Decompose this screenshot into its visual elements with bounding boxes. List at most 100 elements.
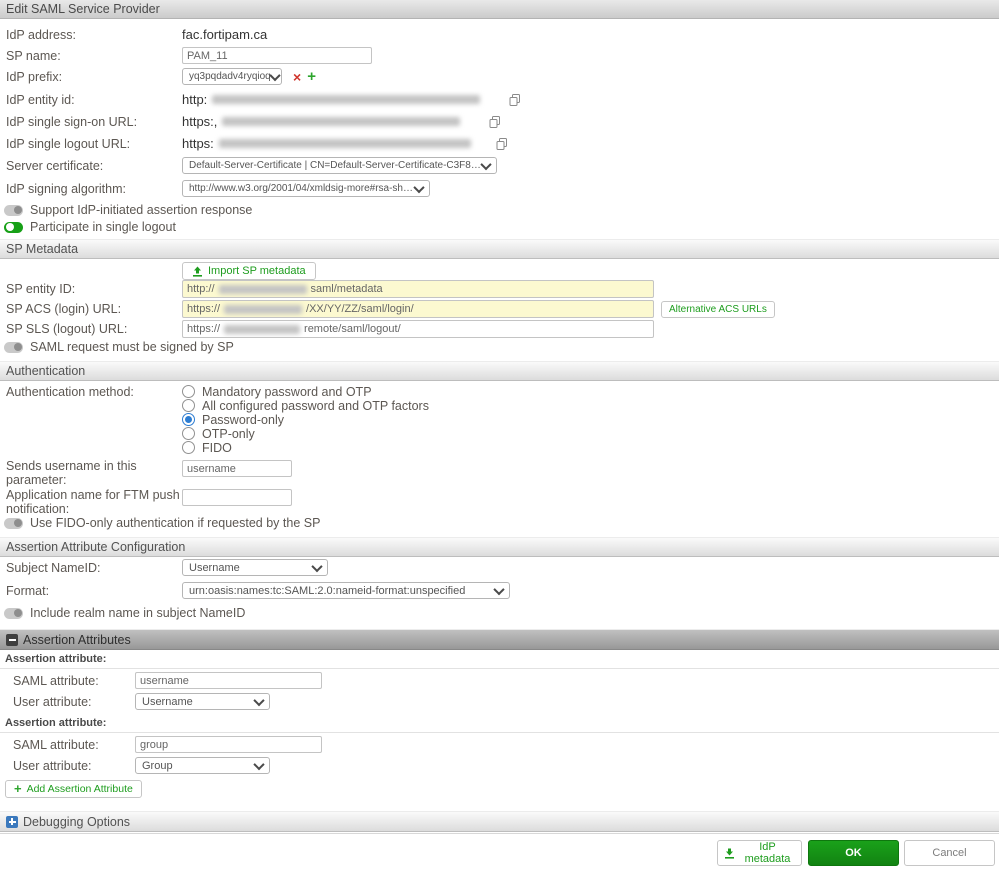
include-realm-toggle[interactable]: [4, 608, 23, 619]
nameid-format-label: Format:: [6, 584, 182, 598]
upload-icon: [192, 266, 203, 277]
saml-request-signed-toggle[interactable]: [4, 342, 23, 353]
radio-label: All configured password and OTP factors: [202, 399, 429, 413]
username-parameter-label: Sends username in this parameter:: [6, 459, 182, 487]
sp-entity-id-label: SP entity ID:: [6, 282, 182, 296]
idp-signing-algorithm-value: http://www.w3.org/2001/04/xmldsig-more#r…: [189, 183, 415, 194]
idp-slo-url-redacted-value: [219, 139, 471, 148]
assertion-attribute-config-section-header: Assertion Attribute Configuration: [0, 537, 999, 557]
include-realm-label: Include realm name in subject NameID: [30, 606, 245, 620]
add-prefix-icon[interactable]: +: [307, 71, 316, 83]
assertion-attribute-row-header: Assertion attribute:: [0, 652, 999, 669]
sp-metadata-section-header: SP Metadata: [0, 239, 999, 259]
radio-label: Password-only: [202, 413, 284, 427]
remove-prefix-icon[interactable]: ×: [293, 71, 301, 83]
idp-signing-algorithm-label: IdP signing algorithm:: [6, 182, 182, 196]
radio-label: FIDO: [202, 441, 232, 455]
username-parameter-input[interactable]: [182, 460, 292, 477]
sp-sls-url-redacted-value: [224, 325, 300, 334]
sp-sls-url-path: remote/saml/logout/: [304, 323, 401, 335]
radio-icon-selected[interactable]: [182, 413, 195, 426]
radio-option-fido[interactable]: FIDO: [182, 441, 429, 454]
assertion-attributes-header-text: Assertion Attributes: [23, 631, 131, 649]
radio-icon[interactable]: [182, 427, 195, 440]
user-attribute-select[interactable]: Group: [135, 757, 270, 774]
import-sp-metadata-label: Import SP metadata: [208, 265, 306, 277]
nameid-format-select[interactable]: urn:oasis:names:tc:SAML:2.0:nameid-forma…: [182, 582, 510, 599]
page-title: Edit SAML Service Provider: [0, 0, 999, 19]
authentication-header-text: Authentication: [6, 362, 85, 380]
radio-label: Mandatory password and OTP: [202, 385, 372, 399]
radio-icon[interactable]: [182, 441, 195, 454]
participate-single-logout-toggle[interactable]: [4, 222, 23, 233]
chevron-down-icon: [269, 69, 280, 80]
toggle-knob: [6, 223, 14, 231]
authentication-section-header: Authentication: [0, 361, 999, 381]
user-attribute-select[interactable]: Username: [135, 693, 270, 710]
radio-icon[interactable]: [182, 399, 195, 412]
user-attribute-value: Username: [142, 696, 193, 708]
copy-icon[interactable]: [495, 137, 509, 151]
server-certificate-select[interactable]: Default-Server-Certificate | CN=Default-…: [182, 157, 497, 174]
chevron-down-icon: [413, 181, 424, 192]
sp-acs-url-input[interactable]: https:// /XX/YY/ZZ/saml/login/: [182, 300, 654, 318]
toggle-knob: [14, 519, 22, 527]
sp-sls-url-scheme: https://: [187, 323, 220, 335]
import-sp-metadata-button[interactable]: Import SP metadata: [182, 262, 316, 280]
nameid-format-value: urn:oasis:names:tc:SAML:2.0:nameid-forma…: [189, 585, 465, 597]
user-attribute-label: User attribute:: [13, 759, 135, 773]
idp-prefix-select[interactable]: yq3pqdadv4ryqioq: [182, 68, 282, 85]
radio-option-otp-only[interactable]: OTP-only: [182, 427, 429, 440]
copy-icon[interactable]: [508, 93, 522, 107]
radio-option-mandatory-password-otp[interactable]: Mandatory password and OTP: [182, 385, 429, 398]
expand-icon[interactable]: [6, 816, 18, 828]
radio-option-all-configured-factors[interactable]: All configured password and OTP factors: [182, 399, 429, 412]
subject-nameid-label: Subject NameID:: [6, 561, 182, 575]
server-certificate-label: Server certificate:: [6, 159, 182, 173]
ok-button[interactable]: OK: [808, 840, 899, 866]
idp-prefix-value: yq3pqdadv4ryqioq: [189, 71, 271, 82]
saml-attribute-input[interactable]: [135, 736, 322, 753]
fido-only-toggle[interactable]: [4, 518, 23, 529]
collapse-icon[interactable]: [6, 634, 18, 646]
saml-attribute-label: SAML attribute:: [13, 674, 135, 688]
user-attribute-value: Group: [142, 760, 173, 772]
sp-name-input[interactable]: [182, 47, 372, 64]
server-certificate-value: Default-Server-Certificate | CN=Default-…: [189, 160, 482, 171]
add-assertion-attribute-button[interactable]: + Add Assertion Attribute: [5, 780, 142, 798]
sp-entity-id-scheme: http://: [187, 283, 215, 295]
sp-entity-id-path: saml/metadata: [311, 283, 383, 295]
cancel-button[interactable]: Cancel: [904, 840, 995, 866]
idp-sso-url-label: IdP single sign-on URL:: [6, 115, 182, 129]
copy-icon[interactable]: [488, 115, 502, 129]
chevron-down-icon: [253, 758, 264, 769]
idp-metadata-label: IdP metadata: [740, 841, 795, 865]
sp-acs-url-scheme: https://: [187, 303, 220, 315]
saml-attribute-input[interactable]: [135, 672, 322, 689]
idp-sso-url-redacted-value: [222, 117, 460, 126]
support-idp-initiated-toggle[interactable]: [4, 205, 23, 216]
saml-attribute-label: SAML attribute:: [13, 738, 135, 752]
subject-nameid-select[interactable]: Username: [182, 559, 328, 576]
sp-sls-url-input[interactable]: https:// remote/saml/logout/: [182, 320, 654, 338]
sp-entity-id-input[interactable]: http:// saml/metadata: [182, 280, 654, 298]
sp-sls-url-label: SP SLS (logout) URL:: [6, 322, 182, 336]
ftm-app-name-input[interactable]: [182, 489, 292, 506]
chevron-down-icon: [493, 583, 504, 594]
chevron-down-icon: [253, 694, 264, 705]
idp-metadata-button[interactable]: IdP metadata: [717, 840, 802, 866]
sp-metadata-header-text: SP Metadata: [6, 240, 78, 258]
idp-signing-algorithm-select[interactable]: http://www.w3.org/2001/04/xmldsig-more#r…: [182, 180, 430, 197]
fido-only-label: Use FIDO-only authentication if requeste…: [30, 516, 320, 530]
debugging-options-header-text: Debugging Options: [23, 813, 130, 831]
support-idp-initiated-label: Support IdP-initiated assertion response: [30, 203, 252, 217]
idp-slo-url-scheme: https:: [182, 136, 214, 151]
radio-label: OTP-only: [202, 427, 255, 441]
radio-option-password-only[interactable]: Password-only: [182, 413, 429, 426]
subject-nameid-value: Username: [189, 562, 240, 574]
idp-entity-id-scheme: http:: [182, 92, 207, 107]
chevron-down-icon: [480, 158, 491, 169]
radio-icon[interactable]: [182, 385, 195, 398]
alternative-acs-urls-button[interactable]: Alternative ACS URLs: [661, 301, 775, 318]
toggle-knob: [14, 609, 22, 617]
